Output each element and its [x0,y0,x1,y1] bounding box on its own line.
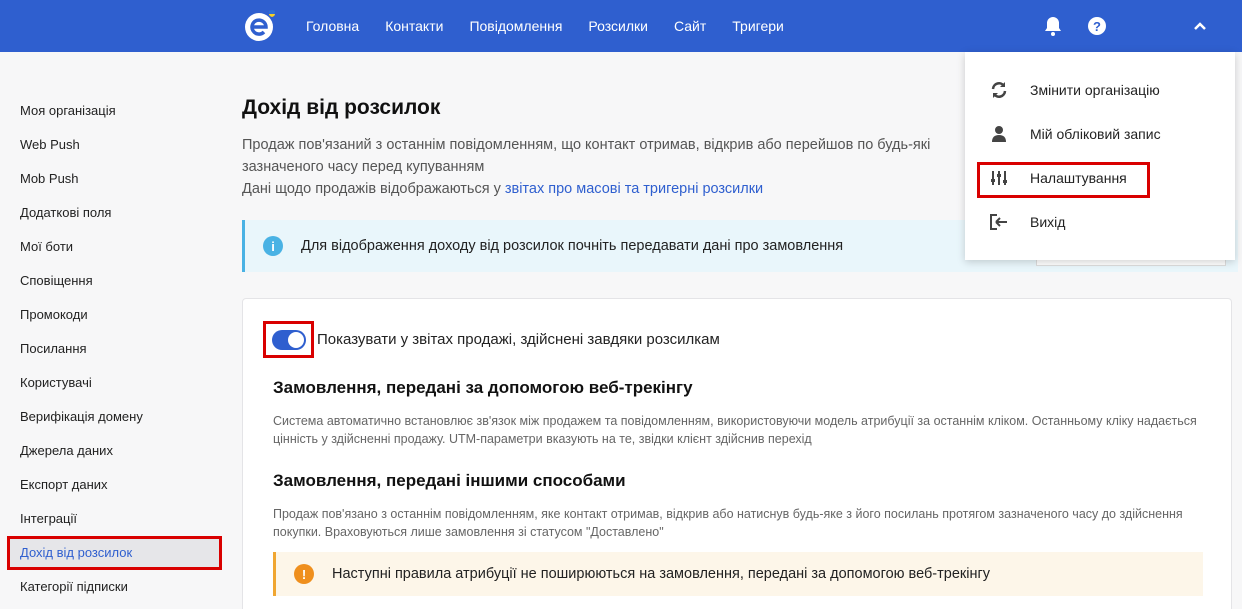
top-navbar: Головна Контакти Повідомлення Розсилки С… [0,0,1242,52]
intro-line-3-text: Дані щодо продажів відображаються у [242,181,505,197]
user-dropdown-menu: Змінити організацію Мій обліковий запис … [965,52,1235,260]
sidebar-item-links[interactable]: Посилання [0,332,226,366]
section-other-methods-text: Продаж пов'язано з останнім повідомлення… [273,507,1183,539]
sidebar-item-campaign-revenue[interactable]: Дохід від розсилок [7,536,222,570]
sidebar-item-domain-verification[interactable]: Верифікація домену [0,400,226,434]
settings-highlight-frame [977,162,1150,198]
sidebar-item-notifications[interactable]: Сповіщення [0,264,226,298]
nav-campaigns[interactable]: Розсилки [588,18,648,34]
section-web-tracking-text: Система автоматично встановлює зв'язок м… [273,414,1197,446]
sidebar-item-data-sources[interactable]: Джерела даних [0,434,226,468]
warning-icon: ! [294,564,314,584]
help-icon[interactable]: ? [1085,14,1109,38]
intro-line-1: Продаж пов'язаний з останнім повідомленн… [242,137,931,153]
nav-messages[interactable]: Повідомлення [469,18,562,34]
menu-item-my-account[interactable]: Мій обліковий запис [985,117,1161,151]
warning-alert: ! Наступні правила атрибуції не поширюют… [273,552,1203,596]
show-sales-toggle[interactable] [263,321,314,358]
menu-item-change-organization[interactable]: Змінити організацію [985,73,1160,107]
menu-item-label: Вихід [1030,214,1066,230]
nav-home[interactable]: Головна [306,18,359,34]
section-web-tracking-title: Замовлення, передані за допомогою веб-тр… [273,378,693,397]
menu-item-label: Змінити організацію [1030,82,1160,98]
warning-alert-text: Наступні правила атрибуції не поширюютьс… [332,566,991,582]
settings-sidebar: Моя організація Web Push Mob Push Додатк… [0,94,226,604]
reports-link[interactable]: звітах про масові та тригерні розсилки [505,181,763,197]
logout-icon [985,212,1013,232]
intro-line-3: Дані щодо продажів відображаються у звіт… [242,178,982,200]
sidebar-item-additional-fields[interactable]: Додаткові поля [0,196,226,230]
nav-contacts[interactable]: Контакти [385,18,443,34]
sidebar-item-subscription-categories[interactable]: Категорії підписки [0,570,226,604]
info-alert-text: Для відображення доходу від розсилок поч… [301,238,844,254]
menu-item-label: Мій обліковий запис [1030,126,1161,142]
sidebar-item-data-export[interactable]: Експорт даних [0,468,226,502]
section-other-methods-title: Замовлення, передані іншими способами [273,471,626,490]
show-sales-toggle-label[interactable]: Показувати у звітах продажі, здійснені з… [317,331,720,348]
revenue-settings-card: Показувати у звітах продажі, здійснені з… [242,298,1232,609]
chevron-up-icon[interactable] [1188,14,1212,38]
page-description: Продаж пов'язаний з останнім повідомленн… [242,134,982,200]
sidebar-item-integrations[interactable]: Інтеграції [0,502,226,536]
toggle-knob [287,331,304,348]
refresh-icon [985,80,1013,100]
toggle-switch[interactable] [271,329,306,350]
nav-triggers[interactable]: Тригери [732,18,784,34]
bell-icon[interactable] [1041,14,1065,38]
sidebar-item-users[interactable]: Користувачі [0,366,226,400]
sidebar-item-promocodes[interactable]: Промокоди [0,298,226,332]
sidebar-item-my-bots[interactable]: Мої боти [0,230,226,264]
main-nav: Головна Контакти Повідомлення Розсилки С… [306,0,810,52]
svg-text:?: ? [1093,19,1101,34]
menu-item-logout[interactable]: Вихід [985,205,1065,239]
sidebar-item-mob-push[interactable]: Mob Push [0,162,226,196]
nav-site[interactable]: Сайт [674,18,706,34]
sidebar-item-my-organization[interactable]: Моя організація [0,94,226,128]
user-icon [985,124,1013,144]
info-icon: i [263,236,283,256]
intro-line-2: зазначеного часу перед купуванням [242,159,485,175]
sidebar-item-web-push[interactable]: Web Push [0,128,226,162]
logo-icon[interactable] [244,9,278,43]
